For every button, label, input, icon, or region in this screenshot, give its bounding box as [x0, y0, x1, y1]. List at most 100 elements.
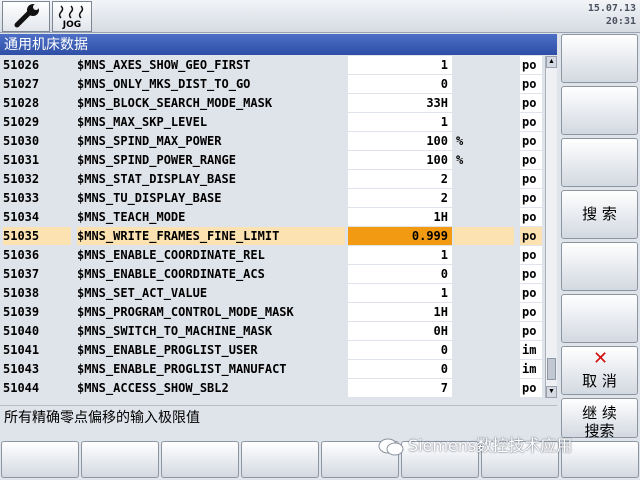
machine-data-activation: po [520, 151, 542, 169]
machine-data-name: $MNS_MAX_SKP_LEVEL [77, 115, 208, 129]
machine-data-activation: po [520, 170, 542, 188]
wechat-icon [378, 438, 404, 455]
watermark-text: Siemens数控技术应用 [408, 436, 573, 455]
softkey-bottom-1[interactable] [1, 441, 79, 478]
jog-label: JOG [62, 20, 82, 30]
machine-data-value[interactable]: 1 [348, 246, 452, 264]
machine-data-activation: po [520, 303, 542, 321]
table-row[interactable]: 51026 $MNS_AXES_SHOW_GEO_FIRST 1 po [0, 56, 543, 75]
machine-data-name: $MNS_ACCESS_SHOW_SBL2 [77, 381, 229, 395]
machine-data-value[interactable]: 0H [348, 322, 452, 340]
table-row[interactable]: 51041 $MNS_ENABLE_PROGLIST_USER 0 im [0, 341, 543, 360]
table-row[interactable]: 51027 $MNS_ONLY_MKS_DIST_TO_GO 0 po [0, 75, 543, 94]
table-row[interactable]: 51040 $MNS_SWITCH_TO_MACHINE_MASK 0H po [0, 322, 543, 341]
table-row[interactable]: 51036 $MNS_ENABLE_COORDINATE_REL 1 po [0, 246, 543, 265]
table-row[interactable]: 51034 $MNS_TEACH_MODE 1H po [0, 208, 543, 227]
machine-data-number: 51028 [3, 96, 40, 110]
machine-data-activation: po [520, 284, 542, 302]
machine-data-value[interactable]: 7 [348, 379, 452, 397]
machine-data-unit [454, 170, 514, 188]
machine-data-value[interactable]: 1 [348, 284, 452, 302]
machine-data-unit [454, 303, 514, 321]
table-row[interactable]: 51038 $MNS_SET_ACT_VALUE 1 po [0, 284, 543, 303]
table-row[interactable]: 51032 $MNS_STAT_DISPLAY_BASE 2 po [0, 170, 543, 189]
machine-data-number: 51032 [3, 172, 40, 186]
table-row[interactable]: 51031 $MNS_SPIND_POWER_RANGE 100% po [0, 151, 543, 170]
machine-data-unit [454, 379, 514, 397]
parameter-description: 所有精确零点偏移的输入极限值 [0, 405, 557, 429]
softkey-right-6[interactable] [561, 294, 638, 343]
machine-data-activation: po [520, 208, 542, 226]
softkey-bottom-2[interactable] [81, 441, 159, 478]
continue-search-button[interactable]: 继 续 搜索 [561, 398, 638, 440]
machine-data-unit [454, 265, 514, 283]
search-button[interactable]: 搜 索 [561, 190, 638, 239]
machine-data-value[interactable]: 1H [348, 208, 452, 226]
machine-data-number: 51035 [3, 227, 71, 245]
machine-data-number: 51030 [3, 134, 40, 148]
machine-data-value[interactable]: 0 [348, 341, 452, 359]
machine-data-activation: po [520, 75, 542, 93]
scroll-thumb[interactable] [547, 358, 556, 380]
softkey-bottom-4[interactable] [241, 441, 319, 478]
machine-data-value[interactable]: 100 [348, 151, 452, 169]
machine-data-table: 51026 $MNS_AXES_SHOW_GEO_FIRST 1 po 51027 $MN… [0, 56, 557, 398]
softkey-bottom-3[interactable] [161, 441, 239, 478]
machine-data-unit [454, 246, 514, 264]
machine-data-value[interactable]: 1 [348, 56, 452, 74]
table-row[interactable]: 51028 $MNS_BLOCK_SEARCH_MODE_MASK 33H po [0, 94, 543, 113]
table-row[interactable]: 51033 $MNS_TU_DISPLAY_BASE 2 po [0, 189, 543, 208]
jog-mode-button[interactable]: JOG [52, 1, 92, 32]
machine-data-name: $MNS_TU_DISPLAY_BASE [77, 191, 222, 205]
machine-data-name: $MNS_SPIND_POWER_RANGE [77, 153, 236, 167]
table-row[interactable]: 51043 $MNS_ENABLE_PROGLIST_MANUFACT 0 im [0, 360, 543, 379]
machine-data-number: 51036 [3, 248, 40, 262]
softkey-right-3[interactable] [561, 138, 638, 187]
machine-data-value[interactable]: 0 [348, 265, 452, 283]
wrench-icon[interactable] [2, 1, 50, 32]
page-title: 通用机床数据 [0, 34, 557, 55]
machine-data-number: 51033 [3, 191, 40, 205]
machine-data-unit: % [456, 153, 464, 167]
machine-data-activation: po [520, 246, 542, 264]
cancel-label: 取 消 [582, 372, 617, 390]
machine-data-unit [454, 75, 514, 93]
machine-data-number: 51029 [3, 115, 40, 129]
table-row[interactable]: 51044 $MNS_ACCESS_SHOW_SBL2 7 po [0, 379, 543, 398]
table-row[interactable]: 51039 $MNS_PROGRAM_CONTROL_MODE_MASK 1H po [0, 303, 543, 322]
machine-data-name: $MNS_SWITCH_TO_MACHINE_MASK [77, 324, 273, 338]
table-row[interactable]: 51029 $MNS_MAX_SKP_LEVEL 1 po [0, 113, 543, 132]
machine-data-value[interactable]: 100 [348, 132, 452, 150]
scroll-up-arrow-icon[interactable]: ▲ [546, 56, 557, 68]
machine-data-value[interactable]: 33H [348, 94, 452, 112]
machine-data-number: 51031 [3, 153, 40, 167]
date-time-display: 15.07.13 20:31 [588, 2, 636, 28]
machine-data-activation: po [520, 189, 542, 207]
softkey-bottom-8[interactable] [561, 441, 639, 478]
vertical-scrollbar[interactable]: ▲ ▼ [545, 56, 557, 398]
machine-data-number: 51037 [3, 267, 40, 281]
machine-data-value[interactable]: 1H [348, 303, 452, 321]
softkey-right-5[interactable] [561, 242, 638, 291]
machine-data-name: $MNS_ENABLE_PROGLIST_MANUFACT [77, 362, 287, 376]
machine-data-name: $MNS_BLOCK_SEARCH_MODE_MASK [77, 96, 273, 110]
softkey-right-2[interactable] [561, 86, 638, 135]
table-row-selected[interactable]: 51035 $MNS_WRITE_FRAMES_FINE_LIMIT 0.999 po [0, 227, 543, 246]
table-row[interactable]: 51037 $MNS_ENABLE_COORDINATE_ACS 0 po [0, 265, 543, 284]
machine-data-value[interactable]: 0 [348, 75, 452, 93]
machine-data-value[interactable]: 2 [348, 170, 452, 188]
cancel-button[interactable]: ✕ 取 消 [561, 346, 638, 395]
machine-data-value[interactable]: 0 [348, 360, 452, 378]
machine-data-value[interactable]: 0.999 [348, 227, 452, 245]
machine-data-value[interactable]: 2 [348, 189, 452, 207]
machine-data-value[interactable]: 1 [348, 113, 452, 131]
machine-data-unit [454, 360, 514, 378]
machine-data-number: 51034 [3, 210, 40, 224]
machine-data-number: 51043 [3, 362, 40, 376]
machine-data-name: $MNS_AXES_SHOW_GEO_FIRST [77, 58, 251, 72]
softkey-right-1[interactable] [561, 34, 638, 83]
machine-data-unit [454, 322, 514, 340]
table-row[interactable]: 51030 $MNS_SPIND_MAX_POWER 100% po [0, 132, 543, 151]
scroll-down-arrow-icon[interactable]: ▼ [546, 386, 557, 398]
machine-data-activation: po [520, 56, 542, 74]
